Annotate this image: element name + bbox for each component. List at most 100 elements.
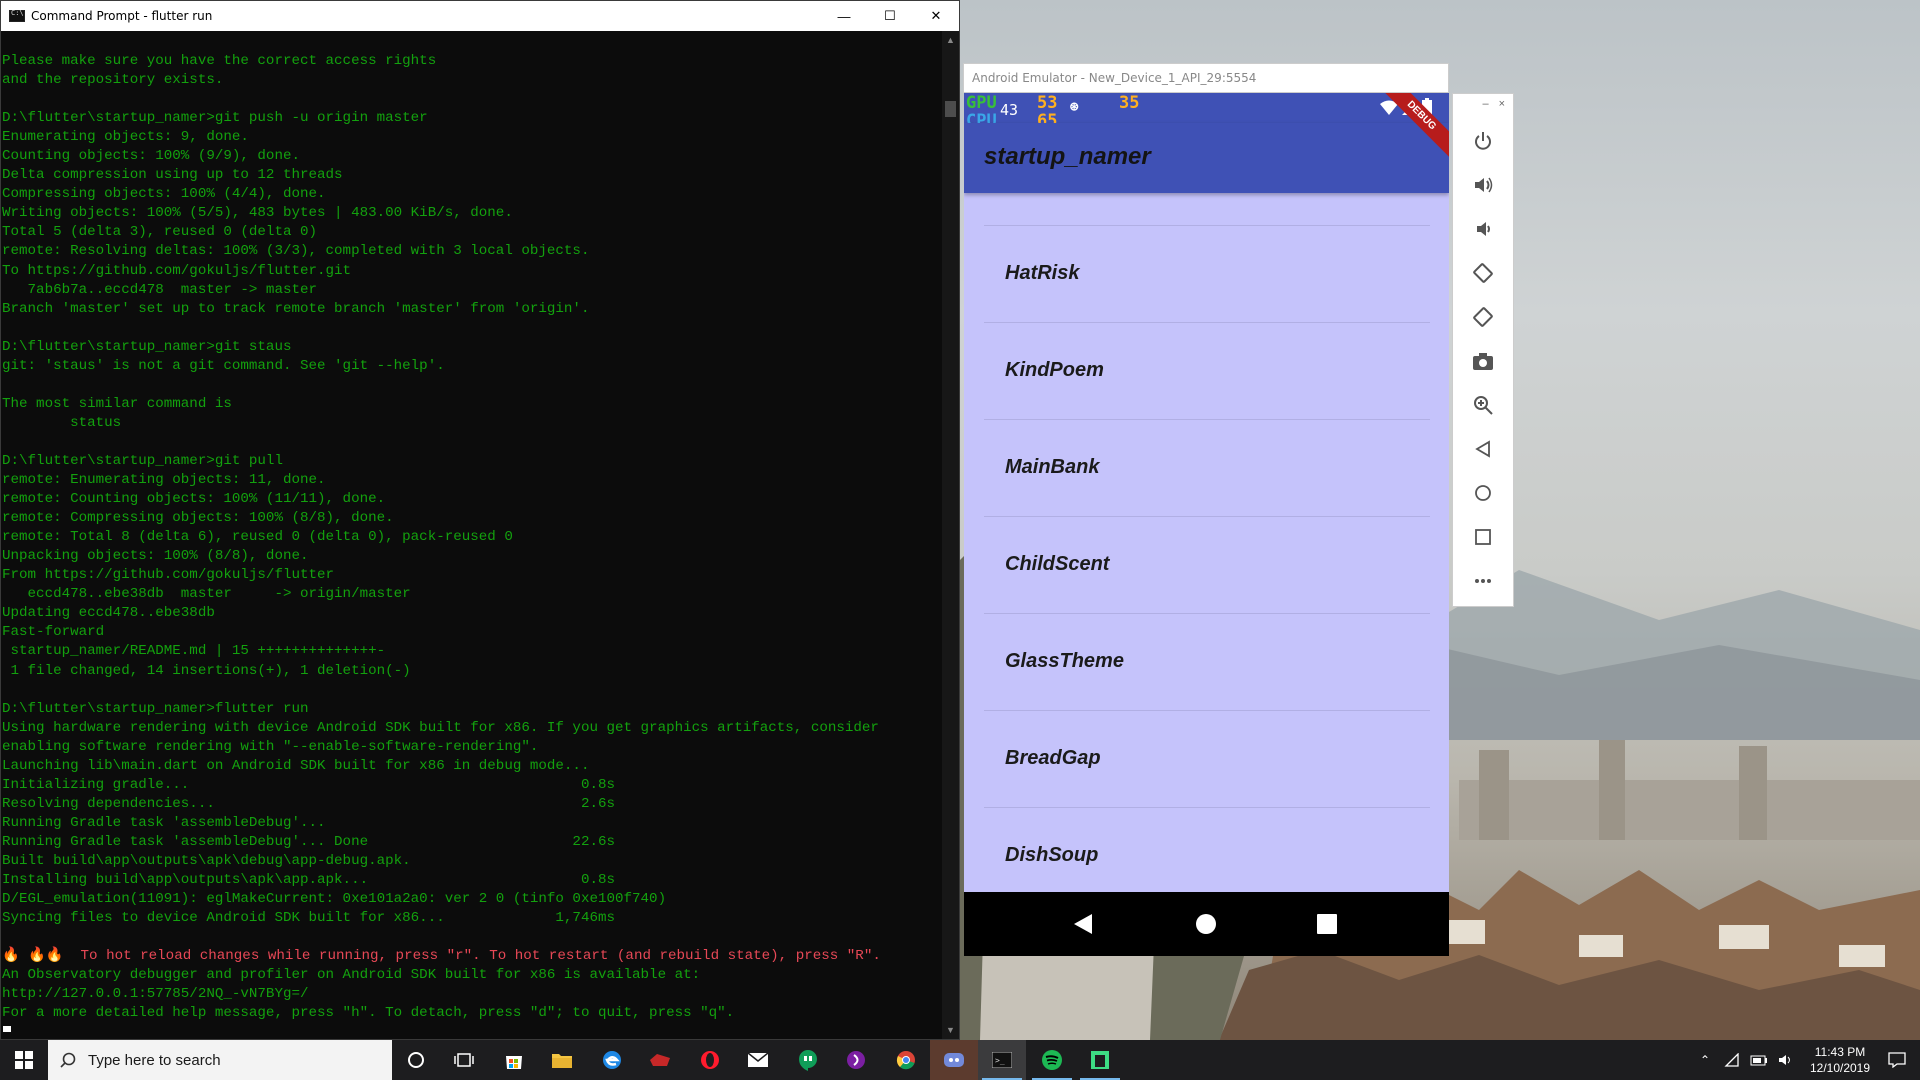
terminal-line: Branch 'master' set up to track remote b… <box>2 300 590 317</box>
terminal-line: remote: Counting objects: 100% (11/11), … <box>2 491 386 508</box>
terminal-line: From https://github.com/gokuljs/flutter <box>2 567 335 584</box>
edge-icon[interactable] <box>588 1040 636 1080</box>
list-item-label: GlassTheme <box>1005 650 1124 672</box>
scroll-up-icon[interactable]: ▲ <box>946 35 955 45</box>
list-item[interactable]: GlassTheme <box>984 613 1430 710</box>
spotify-icon[interactable] <box>1028 1040 1076 1080</box>
android-studio-icon[interactable] <box>1076 1040 1124 1080</box>
scroll-down-icon[interactable]: ▼ <box>946 1025 955 1035</box>
terminal-line: Resolving dependencies... 2.6s <box>2 795 615 812</box>
nav-home-icon[interactable] <box>1195 913 1217 935</box>
list-item-label: HatRisk <box>1005 262 1080 284</box>
minimize-button[interactable]: — <box>821 1 867 31</box>
search-placeholder: Type here to search <box>88 1051 221 1069</box>
volume-tray-icon[interactable] <box>1778 1053 1794 1067</box>
terminal-output[interactable]: Please make sure you have the correct ac… <box>2 52 942 1023</box>
command-prompt-window[interactable]: Command Prompt - flutter run — ☐ ✕ Pleas… <box>0 0 960 1040</box>
network-icon[interactable] <box>1724 1053 1740 1067</box>
more-icon[interactable] <box>1465 563 1501 599</box>
command-prompt-taskbar-icon[interactable]: >_ <box>978 1040 1026 1080</box>
file-explorer-icon[interactable] <box>538 1040 586 1080</box>
list-item-label: BreadGap <box>1005 747 1101 769</box>
power-icon[interactable] <box>1465 123 1501 159</box>
battery-tray-icon[interactable] <box>1750 1054 1768 1066</box>
app-title: startup_namer <box>984 143 1151 170</box>
terminal-line: Please make sure you have the correct ac… <box>2 53 437 69</box>
maximize-button[interactable]: ☐ <box>867 1 913 31</box>
cmd-titlebar[interactable]: Command Prompt - flutter run — ☐ ✕ <box>1 1 959 31</box>
list-item[interactable]: ChildScent <box>984 516 1430 613</box>
store-icon[interactable] <box>490 1040 538 1080</box>
panel-minimize-button[interactable]: – <box>1482 98 1488 110</box>
terminal-line: Running Gradle task 'assembleDebug'... D… <box>2 833 615 850</box>
mail-icon[interactable] <box>734 1040 782 1080</box>
cortana-icon[interactable] <box>392 1040 440 1080</box>
terminal-line: Built build\app\outputs\apk\debug\app-de… <box>2 852 411 869</box>
terminal-line: remote: Resolving deltas: 100% (3/3), co… <box>2 243 590 260</box>
taskbar-clock[interactable]: 11:43 PM 12/10/2019 <box>1802 1044 1878 1076</box>
tray-chevron-icon[interactable]: ⌃ <box>1700 1053 1710 1067</box>
taskbar-search-box[interactable]: Type here to search <box>48 1040 392 1080</box>
emulator-side-panel: – × <box>1452 93 1514 607</box>
terminal-line: Launching lib\main.dart on Android SDK b… <box>2 757 590 774</box>
terminal-line: Counting objects: 100% (9/9), done. <box>2 148 300 165</box>
terminal-line: git: 'staus' is not a git command. See '… <box>2 357 445 374</box>
podcast-icon[interactable] <box>832 1040 880 1080</box>
clock-time: 11:43 PM <box>1814 1045 1866 1059</box>
list-item[interactable]: KindPoem <box>984 322 1430 419</box>
overview-icon[interactable] <box>1465 519 1501 555</box>
hud-gpu-value: 53 <box>1037 93 1058 113</box>
rotate-left-icon[interactable] <box>1465 255 1501 291</box>
system-tray: ⌃ 11:43 PM 12/10/2019 <box>1700 1040 1920 1080</box>
terminal-line: 🔥 🔥🔥 To hot reload changes while running… <box>2 948 881 965</box>
emulator-screen[interactable]: GPU CPU 43 53 65 ⊛ 35 startup_namer DEBU… <box>964 93 1449 956</box>
volume-up-icon[interactable] <box>1465 167 1501 203</box>
volume-down-icon[interactable] <box>1465 211 1501 247</box>
windows-taskbar: Type here to search >_ ⌃ 11:43 PM 12/10/… <box>0 1040 1920 1080</box>
cmd-window-title: Command Prompt - flutter run <box>31 9 213 23</box>
panel-close-button[interactable]: × <box>1499 98 1505 110</box>
notifications-icon[interactable] <box>1888 1052 1906 1068</box>
terminal-line: Using hardware rendering with device And… <box>2 719 879 736</box>
list-item[interactable]: MainBank <box>984 419 1430 516</box>
list-item[interactable]: HatRisk <box>984 225 1430 322</box>
terminal-line: Initializing gradle... 0.8s <box>2 776 615 793</box>
start-button[interactable] <box>0 1040 48 1080</box>
app-bar: startup_namer <box>964 123 1449 193</box>
home-icon[interactable] <box>1465 475 1501 511</box>
nav-back-icon[interactable] <box>1072 912 1094 936</box>
opera-icon[interactable] <box>686 1040 734 1080</box>
hangouts-icon[interactable] <box>784 1040 832 1080</box>
zoom-icon[interactable] <box>1465 387 1501 423</box>
windows-logo-icon <box>15 1051 33 1069</box>
task-view-icon[interactable] <box>440 1040 488 1080</box>
nav-overview-icon[interactable] <box>1317 914 1337 934</box>
discord-icon[interactable] <box>930 1040 978 1080</box>
close-button[interactable]: ✕ <box>913 1 959 31</box>
terminal-cursor <box>3 1026 11 1032</box>
terminal-line: D:\flutter\startup_namer>git pull <box>2 452 283 469</box>
terminal-line: D:\flutter\startup_namer>flutter run <box>2 700 309 717</box>
list-item-label: MainBank <box>1005 456 1100 478</box>
emulator-titlebar[interactable]: Android Emulator - New_Device_1_API_29:5… <box>963 63 1449 93</box>
camera-icon[interactable] <box>1465 343 1501 379</box>
rotate-right-icon[interactable] <box>1465 299 1501 335</box>
list-item[interactable]: DishSoup <box>984 807 1430 904</box>
scroll-thumb[interactable] <box>945 101 956 117</box>
terminal-line: An Observatory debugger and profiler on … <box>2 967 701 984</box>
game-app-icon[interactable] <box>636 1040 684 1080</box>
chrome-icon[interactable] <box>882 1040 930 1080</box>
back-icon[interactable] <box>1465 431 1501 467</box>
android-nav-bar <box>964 892 1449 956</box>
list-item[interactable]: BreadGap <box>984 710 1430 807</box>
cmd-app-icon <box>9 9 25 22</box>
terminal-line: Total 5 (delta 3), reused 0 (delta 0) <box>2 224 318 241</box>
cmd-scrollbar[interactable]: ▲ ▼ <box>942 31 959 1039</box>
terminal-line: D:\flutter\startup_namer>git push -u ori… <box>2 110 428 127</box>
terminal-line: http://127.0.0.1:57785/2NQ_-vN7BYg=/ <box>2 986 309 1003</box>
terminal-line: remote: Compressing objects: 100% (8/8),… <box>2 510 394 527</box>
emulator-window-title: Android Emulator - New_Device_1_API_29:5… <box>972 71 1257 85</box>
terminal-line: To https://github.com/gokuljs/flutter.gi… <box>2 262 352 279</box>
